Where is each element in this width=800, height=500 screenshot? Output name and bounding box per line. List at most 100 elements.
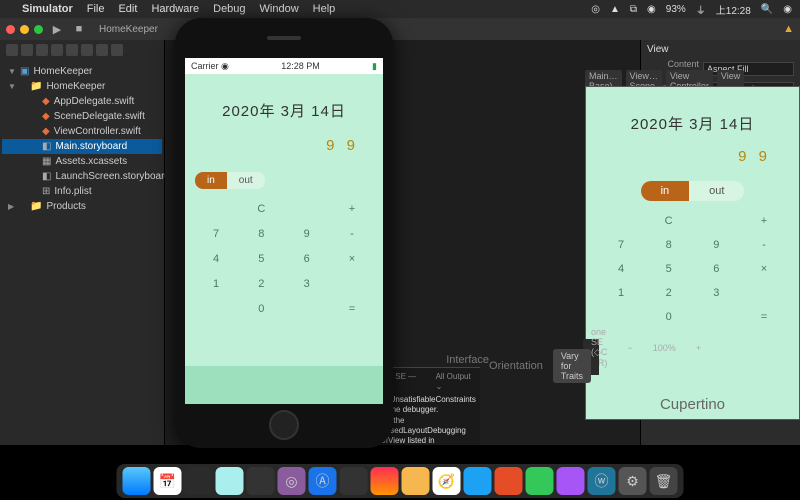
dock-app[interactable] — [216, 467, 244, 495]
dock-settings[interactable]: ⚙ — [619, 467, 647, 495]
vary-traits-button[interactable]: Vary for Traits — [553, 349, 591, 383]
key[interactable] — [705, 311, 727, 323]
key-clear[interactable]: C — [658, 215, 680, 227]
dock-app[interactable] — [495, 467, 523, 495]
key-4[interactable]: 4 — [205, 253, 227, 265]
menu-window[interactable]: Window — [260, 3, 299, 15]
nav-file[interactable]: ◆SceneDelegate.swift — [2, 109, 162, 124]
key-3[interactable]: 3 — [705, 287, 727, 299]
dock-app[interactable] — [402, 467, 430, 495]
key-1[interactable]: 1 — [610, 287, 632, 299]
key-plus[interactable]: + — [753, 215, 775, 227]
dock-twitter[interactable] — [464, 467, 492, 495]
key-4[interactable]: 4 — [610, 263, 632, 275]
close-icon[interactable] — [6, 25, 15, 34]
dock-safari[interactable]: 🧭 — [433, 467, 461, 495]
dock-trash[interactable]: 🗑 — [650, 467, 678, 495]
key[interactable] — [610, 311, 632, 323]
home-button[interactable] — [269, 410, 299, 440]
key-6[interactable]: 6 — [705, 263, 727, 275]
key-minus[interactable]: - — [753, 239, 775, 251]
key-0[interactable]: 0 — [658, 311, 680, 323]
key-6[interactable]: 6 — [296, 253, 318, 265]
nav-file-selected[interactable]: ◧Main.storyboard — [2, 139, 162, 154]
key[interactable] — [296, 303, 318, 315]
segmented-control[interactable]: in out — [641, 181, 745, 201]
key-2[interactable]: 2 — [250, 278, 272, 290]
dock-app[interactable] — [557, 467, 585, 495]
siri-icon[interactable]: ◉ — [783, 4, 792, 15]
dock-terminal[interactable] — [185, 467, 213, 495]
nav-products[interactable]: ▶📁Products — [2, 199, 162, 214]
segmented-control[interactable]: in out — [195, 172, 265, 189]
nav-file[interactable]: ◆AppDelegate.swift — [2, 94, 162, 109]
key[interactable] — [205, 303, 227, 315]
nav-group[interactable]: ▼📁HomeKeeper — [2, 79, 162, 94]
dock-calendar[interactable]: 📅 — [154, 467, 182, 495]
window-controls[interactable] — [6, 25, 43, 34]
key-7[interactable]: 7 — [205, 228, 227, 240]
key[interactable] — [610, 215, 632, 227]
key-3[interactable]: 3 — [296, 278, 318, 290]
wifi-icon: ⏚ — [696, 2, 706, 17]
key[interactable] — [705, 215, 727, 227]
menu-hardware[interactable]: Hardware — [151, 3, 199, 15]
run-button[interactable]: ▶ — [49, 22, 65, 36]
nav-file[interactable]: ▦Assets.xcassets — [2, 154, 162, 169]
key-7[interactable]: 7 — [610, 239, 632, 251]
nav-file[interactable]: ◧LaunchScreen.storyboard — [2, 169, 162, 184]
key-times[interactable]: × — [341, 253, 363, 265]
nav-root[interactable]: ▼▣HomeKeeper — [2, 64, 162, 79]
seg-out[interactable]: out — [227, 172, 265, 189]
spotlight-icon[interactable]: 🔍 — [761, 4, 773, 15]
seg-in[interactable]: in — [641, 181, 690, 201]
carrier-label: Carrier — [191, 61, 219, 71]
dock-appstore[interactable]: Ⓐ — [309, 467, 337, 495]
menu-help[interactable]: Help — [313, 3, 336, 15]
key-equals[interactable]: = — [341, 303, 363, 315]
dock-finder[interactable] — [123, 467, 151, 495]
dock-wordpress[interactable]: ⓦ — [588, 467, 616, 495]
macos-dock[interactable]: 📅 ◎ Ⓐ 🧭 ⓦ ⚙ 🗑 — [117, 464, 684, 498]
key[interactable] — [296, 203, 318, 215]
key-9[interactable]: 9 — [705, 239, 727, 251]
menu-debug[interactable]: Debug — [213, 3, 245, 15]
key-1[interactable]: 1 — [205, 278, 227, 290]
key-plus[interactable]: + — [341, 203, 363, 215]
key-5[interactable]: 5 — [250, 253, 272, 265]
seg-out[interactable]: out — [689, 181, 744, 201]
key-0[interactable]: 0 — [250, 303, 272, 315]
simulator-screen[interactable]: Carrier ◉ 12:28 PM ▮ 2020年 3月 14日 9 9 in… — [185, 58, 383, 404]
dock-podcasts[interactable]: ◎ — [278, 467, 306, 495]
key-8[interactable]: 8 — [250, 228, 272, 240]
key-5[interactable]: 5 — [658, 263, 680, 275]
warning-icon[interactable]: ▲ — [783, 23, 794, 35]
key-equals[interactable]: = — [753, 311, 775, 323]
dock-app[interactable] — [340, 467, 368, 495]
menu-file[interactable]: File — [87, 3, 105, 15]
key-9[interactable]: 9 — [296, 228, 318, 240]
seg-in[interactable]: in — [195, 172, 227, 189]
key-2[interactable]: 2 — [658, 287, 680, 299]
zoom-icon[interactable] — [34, 25, 43, 34]
minimize-icon[interactable] — [20, 25, 29, 34]
dock-app[interactable] — [526, 467, 554, 495]
key-8[interactable]: 8 — [658, 239, 680, 251]
scheme-breadcrumb[interactable]: HomeKeeper — [99, 24, 158, 35]
dock-app[interactable] — [247, 467, 275, 495]
key-minus[interactable]: - — [341, 228, 363, 240]
output-filter[interactable]: All Output ⌄ — [436, 372, 474, 393]
key-times[interactable]: × — [753, 263, 775, 275]
nav-file[interactable]: ⊞Info.plist — [2, 184, 162, 199]
key-clear[interactable]: C — [250, 203, 272, 215]
menu-edit[interactable]: Edit — [118, 3, 137, 15]
app-name[interactable]: Simulator — [22, 3, 73, 15]
ib-canvas-view[interactable]: 2020年 3月 14日 9 9 in out C+ 789- 456× 123… — [585, 86, 800, 420]
key[interactable] — [205, 203, 227, 215]
dock-music[interactable] — [371, 467, 399, 495]
nav-file[interactable]: ◆ViewController.swift — [2, 124, 162, 139]
navigator-tabs[interactable] — [2, 44, 162, 60]
key[interactable] — [753, 287, 775, 299]
key[interactable] — [341, 278, 363, 290]
stop-button[interactable]: ■ — [71, 22, 87, 36]
